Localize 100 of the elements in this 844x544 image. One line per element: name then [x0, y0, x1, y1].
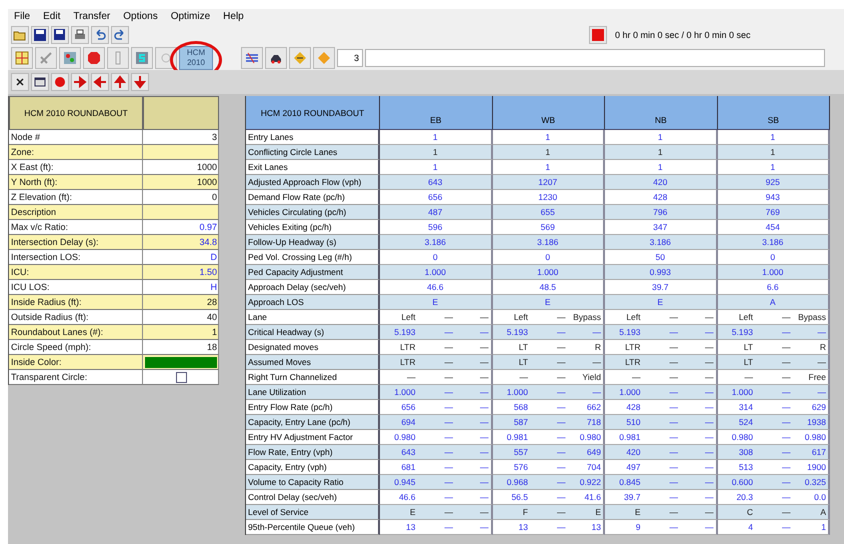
table-cell: 1: [792, 520, 830, 535]
table-cell: —: [418, 460, 455, 475]
table-cell: 1: [492, 130, 605, 145]
menu-item[interactable]: File: [14, 11, 30, 22]
row-header: Entry HV Adjustment Factor: [246, 430, 380, 445]
column-header: WB: [492, 96, 605, 130]
field-value[interactable]: 0: [143, 190, 219, 205]
table-cell: LTR: [605, 355, 642, 370]
table-cell: 454: [718, 220, 830, 235]
table-cell: —: [792, 385, 830, 400]
row-header: Exit Lanes: [246, 160, 380, 175]
row-header: Flow Rate, Entry (vph): [246, 445, 380, 460]
table-cell: —: [530, 430, 568, 445]
menu-item[interactable]: Edit: [43, 11, 60, 22]
field-label: Inside Radius (ft):: [9, 295, 143, 310]
table-cell: 1: [718, 130, 830, 145]
field-label: Transparent Circle:: [9, 370, 143, 385]
table-cell: 1.000: [380, 385, 418, 400]
table-cell: —: [530, 505, 568, 520]
table-cell: 0.945: [380, 475, 418, 490]
row-header: Conflicting Circle Lanes: [246, 145, 380, 160]
table-cell: 1: [380, 160, 492, 175]
table-cell: 649: [568, 445, 605, 460]
table-cell: —: [418, 445, 455, 460]
table-cell: —: [455, 445, 492, 460]
row-header: Control Delay (sec/veh): [246, 490, 380, 505]
menu-item[interactable]: Help: [223, 11, 244, 22]
table-cell: —: [418, 340, 455, 355]
table-cell: —: [455, 505, 492, 520]
field-value[interactable]: 1: [143, 325, 219, 340]
table-cell: LT: [492, 355, 530, 370]
table-cell: 1: [380, 130, 492, 145]
field-label: Node #: [9, 130, 143, 145]
field-value[interactable]: 40: [143, 310, 219, 325]
table-cell: 39.7: [605, 490, 642, 505]
table-cell: —: [642, 385, 680, 400]
table-cell: 39.7: [605, 280, 718, 295]
menu-item[interactable]: Transfer: [73, 11, 110, 22]
table-cell: —: [680, 385, 718, 400]
row-header: Designated moves: [246, 340, 380, 355]
table-cell: 41.6: [568, 490, 605, 505]
table-cell: —: [755, 475, 792, 490]
table-cell: 1.000: [718, 265, 830, 280]
table-cell: A: [792, 505, 830, 520]
table-cell: 13: [568, 520, 605, 535]
field-value[interactable]: 1000: [143, 160, 219, 175]
field-value[interactable]: 18: [143, 340, 219, 355]
table-cell: —: [755, 520, 792, 535]
table-cell: 0.845: [605, 475, 642, 490]
table-cell: —: [642, 505, 680, 520]
table-cell: —: [568, 355, 605, 370]
table-cell: —: [680, 370, 718, 385]
table-cell: 347: [605, 220, 718, 235]
table-cell: 3.186: [718, 235, 830, 250]
table-cell: Left: [718, 310, 755, 325]
field-label: Intersection LOS:: [9, 250, 143, 265]
field-value[interactable]: 28: [143, 295, 219, 310]
field-value[interactable]: 3: [143, 130, 219, 145]
table-cell: 1207: [492, 175, 605, 190]
table-cell: 428: [605, 400, 642, 415]
table-cell: —: [642, 445, 680, 460]
table-cell: —: [642, 475, 680, 490]
field-label: Y North (ft):: [9, 175, 143, 190]
node-field[interactable]: 3: [337, 48, 363, 66]
table-cell: 0.980: [792, 430, 830, 445]
row-header: Lane: [246, 310, 380, 325]
field-value[interactable]: 1000: [143, 175, 219, 190]
row-header: Capacity, Entry (vph): [246, 460, 380, 475]
table-cell: —: [680, 430, 718, 445]
table-cell: 0.325: [792, 475, 830, 490]
table-cell: —: [455, 475, 492, 490]
field-value: H: [143, 280, 219, 295]
table-cell: —: [380, 370, 418, 385]
table-cell: 420: [605, 445, 642, 460]
table-cell: —: [642, 355, 680, 370]
field-label: ICU LOS:: [9, 280, 143, 295]
table-cell: 694: [380, 415, 418, 430]
menu-item[interactable]: Options: [123, 11, 158, 22]
table-cell: 20.3: [718, 490, 755, 505]
row-header: Vehicles Exiting (pc/h): [246, 220, 380, 235]
table-cell: 1.000: [605, 385, 642, 400]
field-value: 34.8: [143, 235, 219, 250]
table-cell: 5.193: [380, 325, 418, 340]
table-cell: 513: [718, 460, 755, 475]
table-cell: —: [792, 325, 830, 340]
hcm-2010-button[interactable]: HCM 2010: [179, 46, 213, 70]
table-cell: 1.000: [380, 265, 492, 280]
table-cell: —: [455, 520, 492, 535]
table-cell: A: [718, 295, 830, 310]
menu-item[interactable]: Optimize: [170, 11, 210, 22]
table-cell: 596: [380, 220, 492, 235]
table-cell: —: [568, 385, 605, 400]
table-cell: E: [380, 295, 492, 310]
table-cell: —: [418, 520, 455, 535]
table-cell: —: [530, 490, 568, 505]
table-cell: Left: [605, 310, 642, 325]
table-cell: —: [680, 415, 718, 430]
table-cell: —: [680, 490, 718, 505]
table-cell: Left: [380, 310, 418, 325]
field-label: Intersection Delay (s):: [9, 235, 143, 250]
